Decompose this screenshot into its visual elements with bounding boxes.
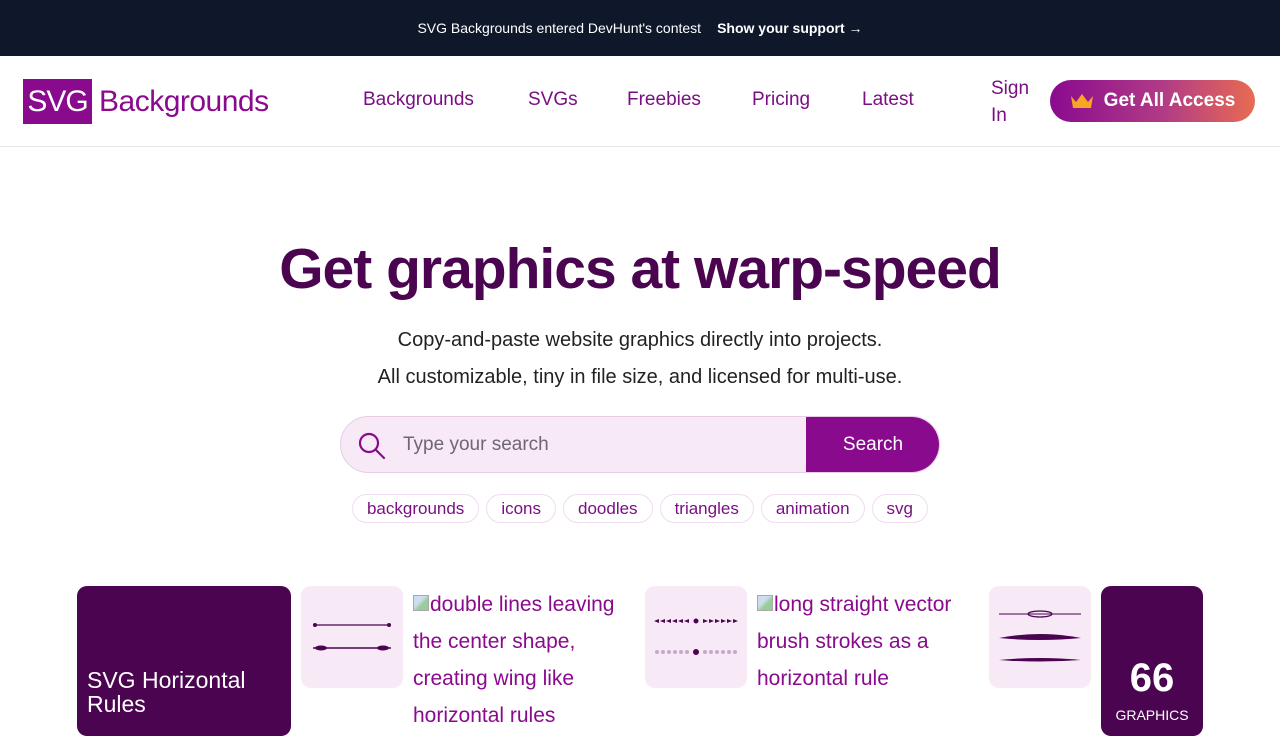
nav-pricing[interactable]: Pricing xyxy=(752,89,810,111)
search-button[interactable]: Search xyxy=(806,417,939,472)
tag-triangles[interactable]: triangles xyxy=(659,494,754,523)
logo-word: Backgrounds xyxy=(99,84,269,118)
tag-icons[interactable]: icons xyxy=(486,494,556,523)
logo-box: SVG xyxy=(23,79,92,124)
thumbnail-dotted-rules[interactable] xyxy=(645,586,747,688)
get-all-access-button[interactable]: Get All Access xyxy=(1050,80,1255,122)
thumbnail-wing-rules[interactable] xyxy=(301,586,403,688)
tag-doodles[interactable]: doodles xyxy=(563,494,653,523)
nav-svgs[interactable]: SVGs xyxy=(528,89,578,111)
logo[interactable]: SVG Backgrounds xyxy=(23,79,269,124)
graphics-count-label: GRAPHICS xyxy=(1115,707,1189,723)
hero-line-2: All customizable, tiny in file size, and… xyxy=(377,366,903,388)
crown-icon xyxy=(1070,94,1093,108)
alt-text-1: double lines leaving the center shape, c… xyxy=(413,593,615,727)
graphics-count-card[interactable]: 66 GRAPHICS xyxy=(1101,586,1203,736)
graphics-count: 66 xyxy=(1129,656,1175,700)
brush-rules-graphic xyxy=(999,610,1081,662)
image-alt-text-2: long straight vector brush strokes as a … xyxy=(757,586,982,697)
thumbnail-brush-rules[interactable] xyxy=(989,586,1091,688)
search-icon xyxy=(358,432,386,460)
banner-text: SVG Backgrounds entered DevHunt's contes… xyxy=(417,20,702,36)
sign-in-link[interactable]: Sign In xyxy=(991,75,1041,129)
banner-support-link[interactable]: Show your support → xyxy=(717,20,862,36)
broken-image-icon xyxy=(413,595,429,612)
search-input[interactable] xyxy=(403,417,803,472)
category-title: SVG Horizontal Rules xyxy=(87,667,246,717)
alt-text-2: long straight vector brush strokes as a … xyxy=(757,593,952,690)
main-nav: SVG Backgrounds Backgrounds SVGs Freebie… xyxy=(0,56,1280,147)
hero-line-1: Copy-and-paste website graphics directly… xyxy=(397,329,883,351)
dotted-rules-graphic xyxy=(654,618,738,655)
image-alt-text-1: double lines leaving the center shape, c… xyxy=(413,586,638,734)
announcement-banner: SVG Backgrounds entered DevHunt's contes… xyxy=(0,0,1280,56)
broken-image-icon xyxy=(757,595,773,612)
hero-title: Get graphics at warp-speed xyxy=(279,237,1002,301)
cta-label: Get All Access xyxy=(1103,90,1236,111)
tag-list: backgrounds icons doodles triangles anim… xyxy=(0,494,1280,523)
tag-animation[interactable]: animation xyxy=(760,494,865,523)
hero-subtitle: Copy-and-paste website graphics directly… xyxy=(0,322,1280,396)
category-card[interactable]: SVG Horizontal Rules xyxy=(77,586,291,736)
nav-freebies[interactable]: Freebies xyxy=(627,89,701,111)
tag-backgrounds[interactable]: backgrounds xyxy=(351,494,480,523)
tag-svg[interactable]: svg xyxy=(871,494,929,523)
search-bar: Search xyxy=(340,416,940,473)
nav-latest[interactable]: Latest xyxy=(862,89,914,111)
nav-backgrounds[interactable]: Backgrounds xyxy=(363,89,474,111)
wing-rules-graphic xyxy=(313,623,391,651)
